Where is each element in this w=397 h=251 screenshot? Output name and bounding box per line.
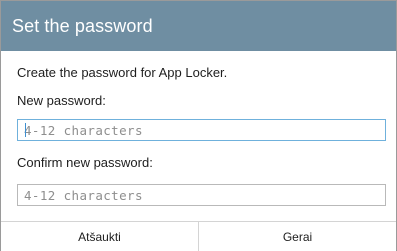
set-password-dialog: Set the password Create the password for… [0,0,397,251]
dialog-title: Set the password [12,15,153,36]
dialog-description: Create the password for App Locker. [17,65,228,80]
ok-button[interactable]: Gerai [199,222,396,251]
new-password-label: New password: [17,93,106,108]
dialog-header: Set the password [1,1,396,51]
dialog-button-bar: Atšaukti Gerai [1,221,396,251]
confirm-password-input[interactable] [17,184,386,206]
cancel-button[interactable]: Atšaukti [1,222,198,251]
confirm-password-label: Confirm new password: [17,155,153,170]
new-password-input[interactable] [17,119,386,141]
text-cursor [25,123,26,137]
